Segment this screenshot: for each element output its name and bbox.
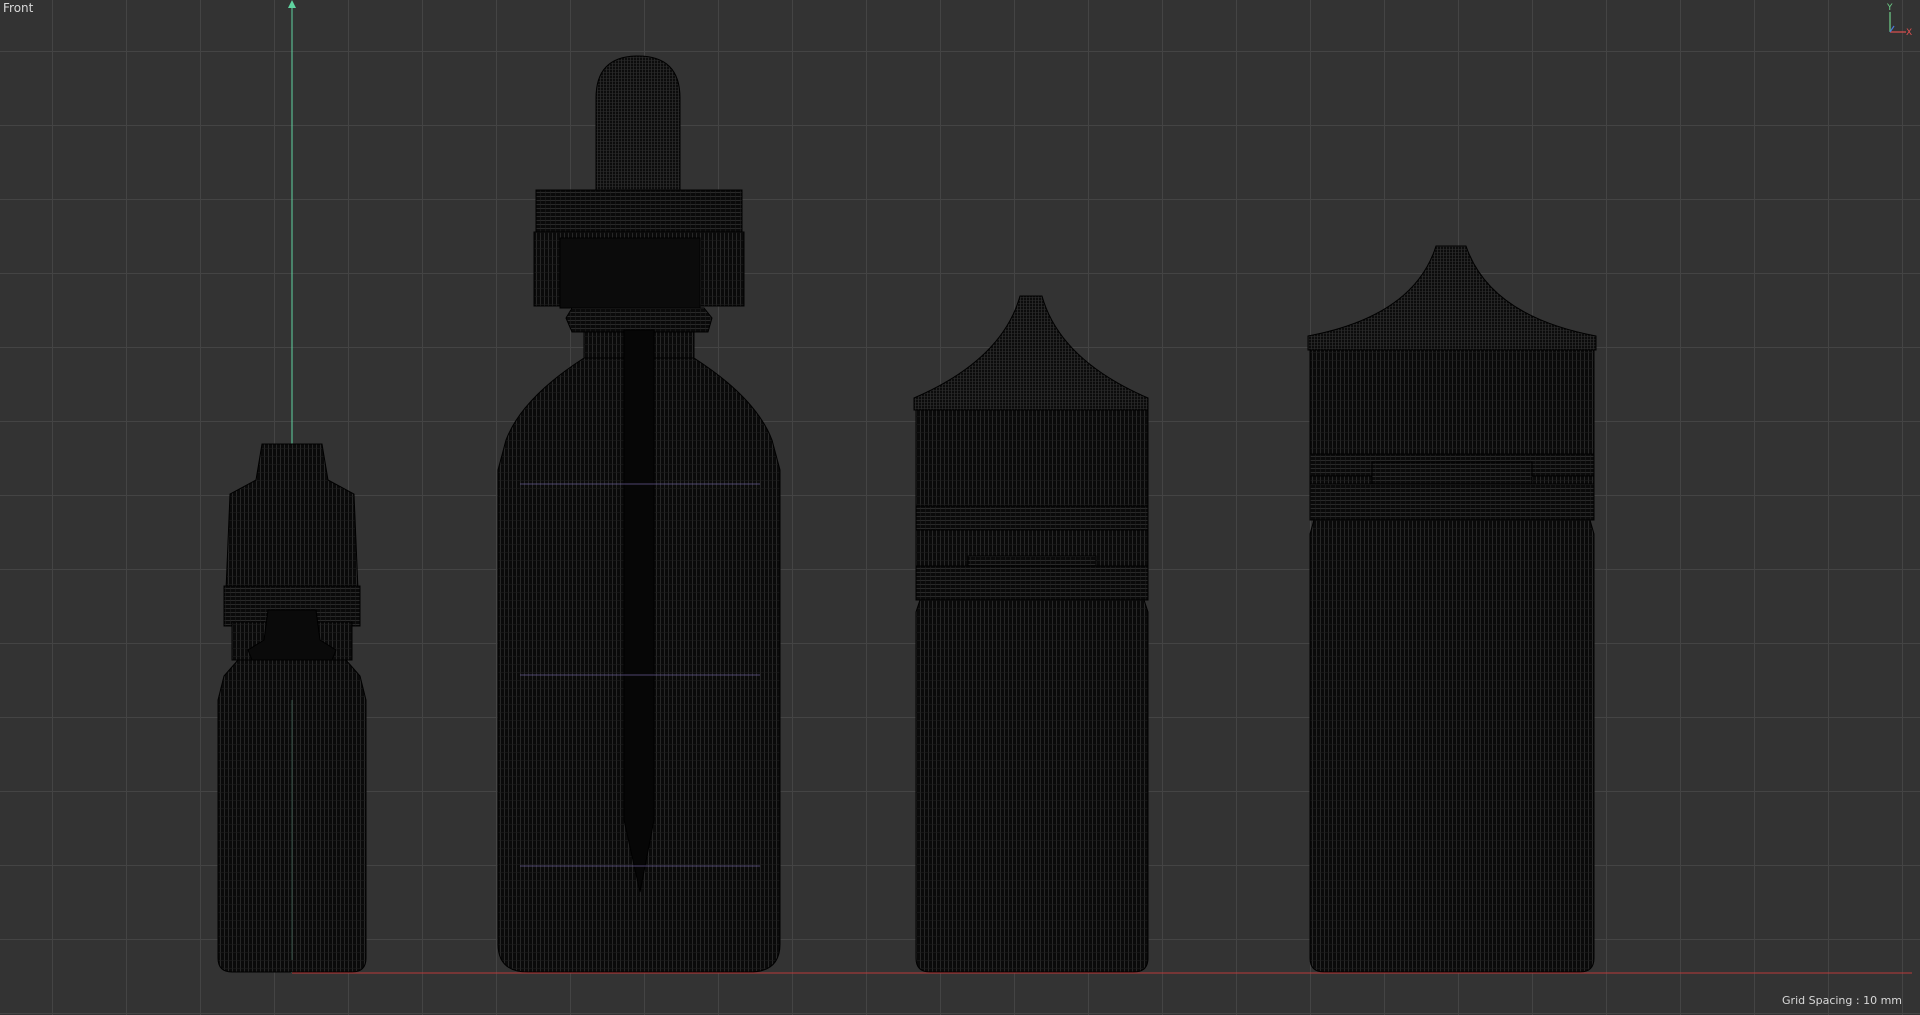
axis-y-letter: Y [1886,3,1893,13]
small-dropper-bottle[interactable] [217,443,367,973]
grid-spacing-readout: Grid Spacing : 10 mm [1782,994,1902,1007]
view-name-label[interactable]: Front [3,1,33,15]
scene-canvas[interactable] [0,0,1920,1015]
viewport-front[interactable]: Front Y X Grid Spacing : 10 mm [0,0,1920,1015]
axis-orientation-icon: Y X [1886,3,1912,36]
medium-chubby-gorilla-bottle[interactable] [913,295,1149,973]
large-dropper-bottle[interactable] [497,55,781,973]
origin-y-arrow [288,0,296,8]
large-chubby-gorilla-bottle[interactable] [1307,245,1597,973]
axis-x-letter: X [1906,28,1912,36]
